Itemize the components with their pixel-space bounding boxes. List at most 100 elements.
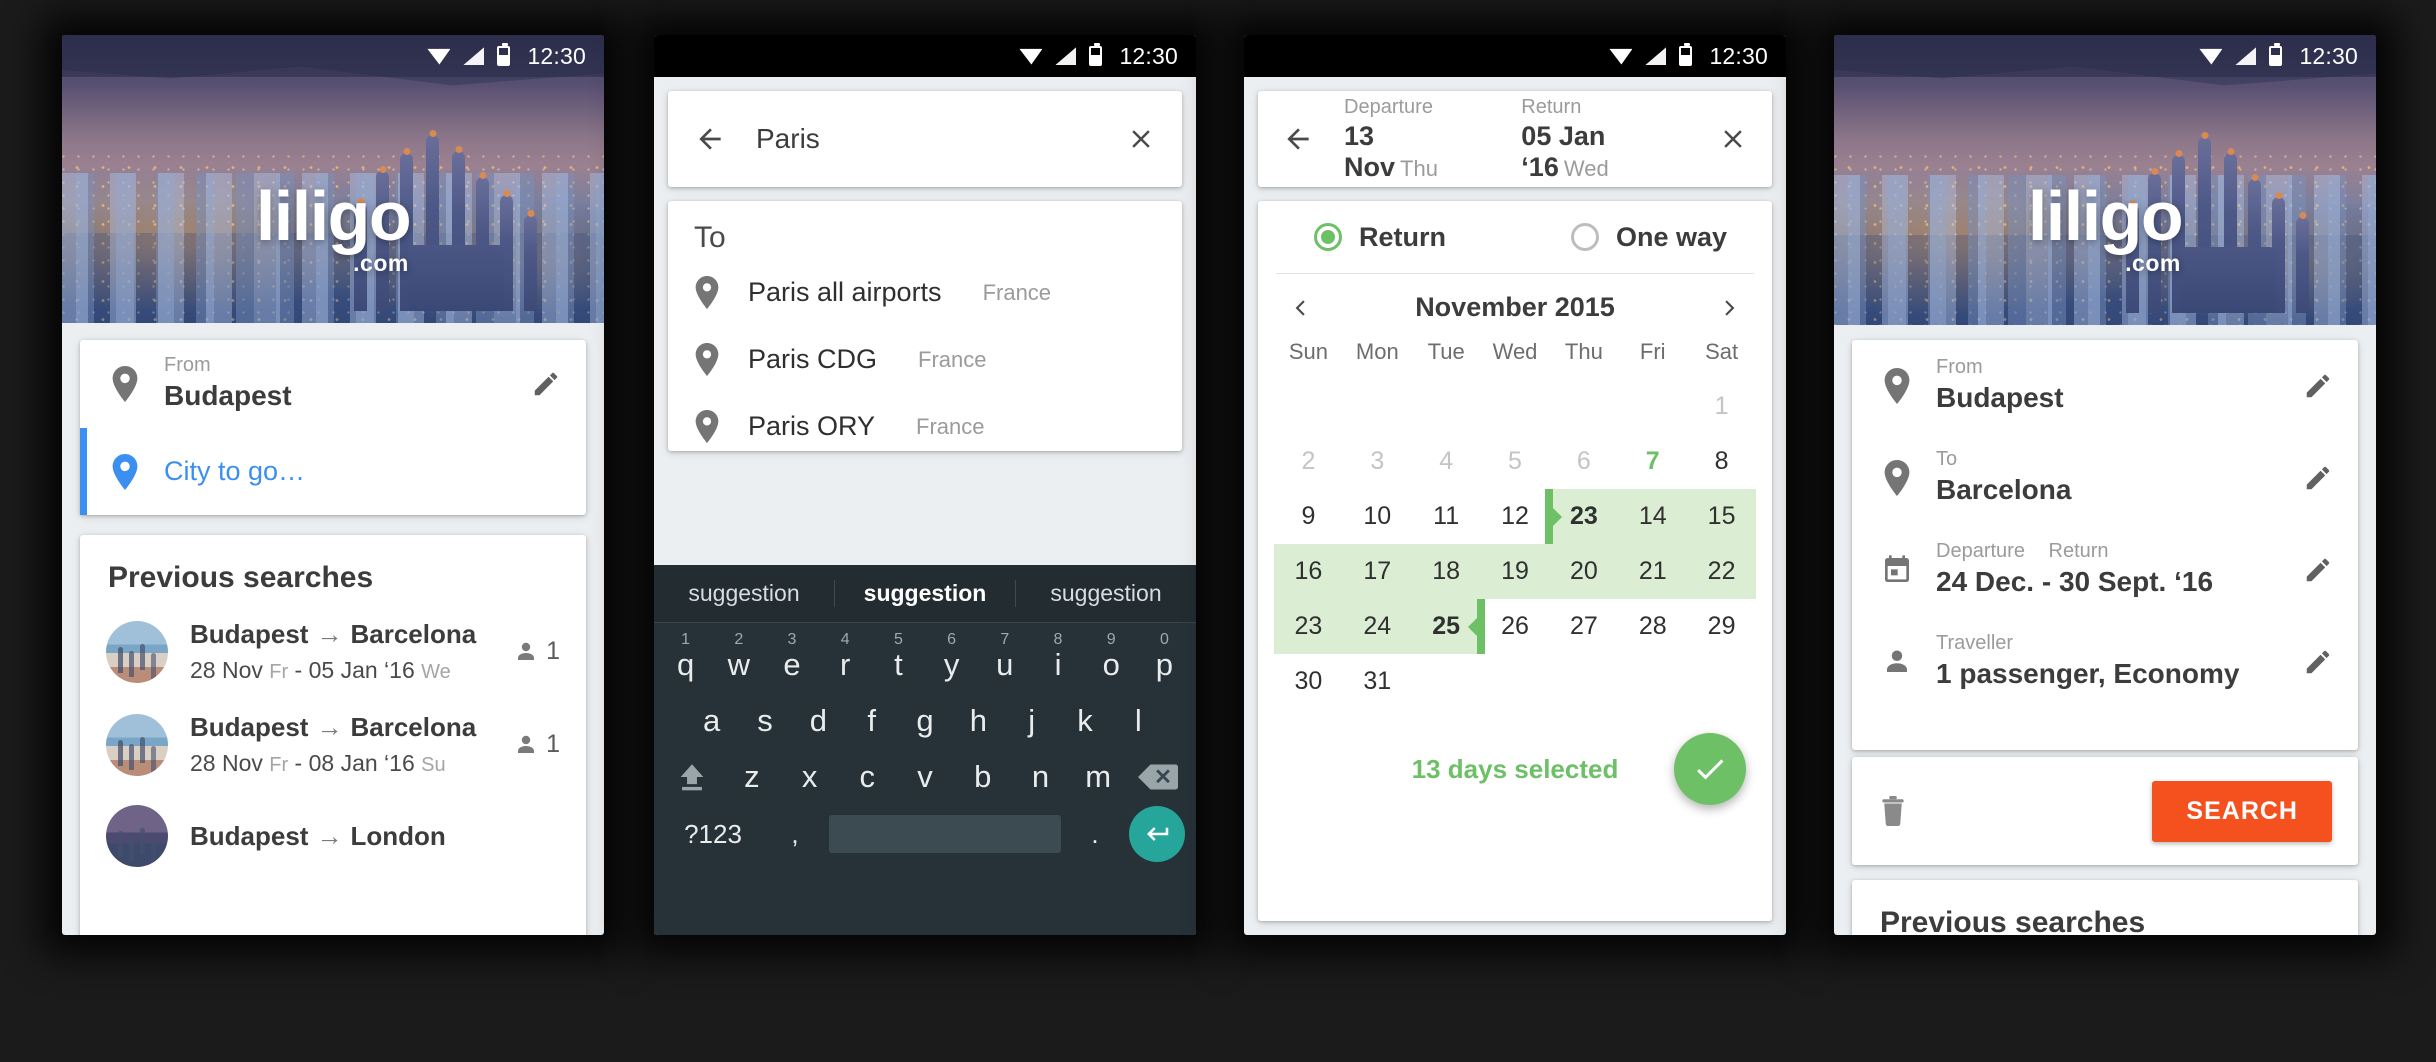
day-cell[interactable]: 30	[1274, 654, 1343, 709]
key-l[interactable]: l	[1112, 703, 1165, 739]
key-s[interactable]: s	[738, 703, 791, 739]
trip-type-return[interactable]: Return	[1258, 222, 1515, 253]
key-numbers[interactable]: ?123	[665, 819, 761, 850]
day-cell-today[interactable]: 7	[1618, 434, 1687, 489]
to-field-row[interactable]: To Barcelona	[1852, 432, 2358, 524]
key-t[interactable]: 5t	[872, 631, 925, 683]
key-j[interactable]: j	[1005, 703, 1058, 739]
key-p[interactable]: 0p	[1138, 631, 1191, 683]
chevron-right-icon[interactable]	[1716, 295, 1742, 321]
day-cell-in-range[interactable]: 15	[1687, 489, 1757, 544]
chevron-left-icon[interactable]	[1288, 295, 1314, 321]
day-cell[interactable]: 31	[1343, 654, 1412, 709]
edit-icon[interactable]	[528, 369, 564, 399]
key-u[interactable]: 7u	[978, 631, 1031, 683]
key-w[interactable]: 2w	[712, 631, 765, 683]
edit-icon[interactable]	[2300, 371, 2336, 401]
suggestion-item-paris-cdg[interactable]: Paris CDG France	[668, 326, 1182, 393]
day-cell[interactable]: 8	[1687, 434, 1756, 489]
return-date-block[interactable]: Return 05 Jan ‘16 Wed	[1521, 96, 1700, 183]
trip-type-one-way[interactable]: One way	[1515, 222, 1772, 253]
key-b[interactable]: b	[954, 759, 1012, 795]
back-arrow-icon[interactable]	[1282, 123, 1314, 155]
day-cell-in-range[interactable]: 17	[1342, 544, 1412, 599]
logo-dotcom: .com	[353, 250, 409, 276]
list-item[interactable]: Budapest → Barcelona 28 Nov Fr - 08 Jan ‘1…	[80, 698, 586, 791]
day-cell-range-start[interactable]: 23	[1545, 489, 1619, 544]
key-k[interactable]: k	[1058, 703, 1111, 739]
key-f[interactable]: f	[845, 703, 898, 739]
confirm-dates-button[interactable]	[1674, 733, 1746, 805]
key-d[interactable]: d	[792, 703, 845, 739]
departure-date-block[interactable]: Departure 13 Nov Thu	[1344, 96, 1475, 183]
destination-thumbnail	[106, 620, 168, 683]
traveller-field-row[interactable]: Traveller 1 passenger, Economy	[1852, 616, 2358, 708]
key-period[interactable]: .	[1067, 819, 1123, 850]
from-field-row[interactable]: From Budapest	[1852, 340, 2358, 432]
back-arrow-icon[interactable]	[694, 123, 726, 155]
list-item[interactable]: Budapest → London	[80, 791, 586, 881]
edit-icon[interactable]	[2300, 647, 2336, 677]
day-cell-in-range[interactable]: 14	[1618, 489, 1688, 544]
to-field-row[interactable]: City to go…	[80, 428, 586, 515]
keyboard-suggestion-strip: suggestion suggestion suggestion	[654, 565, 1196, 623]
trash-icon[interactable]	[1878, 794, 1908, 828]
day-cell-in-range[interactable]: 23	[1274, 599, 1343, 654]
suggestion-item-paris-ory[interactable]: Paris ORY France	[668, 393, 1182, 460]
key-r[interactable]: 4r	[819, 631, 872, 683]
day-cell[interactable]: 29	[1687, 599, 1756, 654]
liligo-logo: liligo .com	[256, 181, 412, 277]
key-e[interactable]: 3e	[765, 631, 818, 683]
day-cell[interactable]: 26	[1481, 599, 1550, 654]
enter-icon[interactable]	[1129, 806, 1185, 862]
day-cell[interactable]: 28	[1618, 599, 1687, 654]
day-cell[interactable]: 12	[1481, 489, 1550, 544]
key-o[interactable]: 9o	[1085, 631, 1138, 683]
close-icon[interactable]	[1718, 124, 1748, 154]
edit-icon[interactable]	[2300, 555, 2336, 585]
key-y[interactable]: 6y	[925, 631, 978, 683]
edit-icon[interactable]	[2300, 463, 2336, 493]
day-cell-in-range[interactable]: 24	[1342, 599, 1412, 654]
key-x[interactable]: x	[781, 759, 839, 795]
key-q[interactable]: 1q	[659, 631, 712, 683]
shift-icon[interactable]	[661, 760, 723, 794]
list-item[interactable]: Budapest → Barcelona 28 Nov Fr - 05 Jan ‘1…	[80, 605, 586, 698]
day-cell-in-range[interactable]: 16	[1274, 544, 1343, 599]
key-v[interactable]: v	[896, 759, 954, 795]
day-cell-in-range[interactable]: 20	[1549, 544, 1619, 599]
day-cell[interactable]: 10	[1343, 489, 1412, 544]
passenger-number: 1	[546, 730, 560, 758]
key-i[interactable]: 8i	[1031, 631, 1084, 683]
keyboard-suggestion-0[interactable]: suggestion	[654, 580, 835, 607]
arrow-icon: →	[316, 820, 343, 851]
day-cell[interactable]: 11	[1412, 489, 1481, 544]
search-button[interactable]: SEARCH	[2152, 780, 2332, 842]
key-h[interactable]: h	[952, 703, 1005, 739]
day-cell-in-range[interactable]: 19	[1480, 544, 1550, 599]
key-comma[interactable]: ,	[767, 819, 823, 850]
day-cell[interactable]: 27	[1549, 599, 1618, 654]
key-g[interactable]: g	[898, 703, 951, 739]
day-cell-in-range[interactable]: 21	[1618, 544, 1688, 599]
day-cell[interactable]: 9	[1274, 489, 1343, 544]
dates-field-row[interactable]: Departure Return 24 Dec. - 30 Sept. ‘16	[1852, 524, 2358, 616]
key-c[interactable]: c	[838, 759, 896, 795]
day-cell-in-range[interactable]: 22	[1687, 544, 1757, 599]
keyboard-suggestion-1[interactable]: suggestion	[835, 580, 1016, 607]
backspace-icon[interactable]	[1127, 762, 1189, 792]
key-space[interactable]	[829, 815, 1061, 853]
key-n[interactable]: n	[1012, 759, 1070, 795]
day-cell-in-range[interactable]: 18	[1411, 544, 1481, 599]
search-input[interactable]: Paris	[756, 123, 1096, 155]
day-cell-range-end[interactable]: 25	[1411, 599, 1485, 654]
suggestion-item-paris-all-airports[interactable]: Paris all airports France	[668, 259, 1182, 326]
close-icon[interactable]	[1126, 124, 1156, 154]
dates-value: 24 Dec. - 30 Sept. ‘16	[1936, 566, 2214, 598]
keyboard-suggestion-2[interactable]: suggestion	[1016, 580, 1196, 607]
from-field-row[interactable]: From Budapest	[80, 340, 586, 428]
key-m[interactable]: m	[1069, 759, 1127, 795]
key-a[interactable]: a	[685, 703, 738, 739]
date-header: Departure 13 Nov Thu Return 05 Jan ‘16 Wed	[1258, 91, 1772, 187]
key-z[interactable]: z	[723, 759, 781, 795]
